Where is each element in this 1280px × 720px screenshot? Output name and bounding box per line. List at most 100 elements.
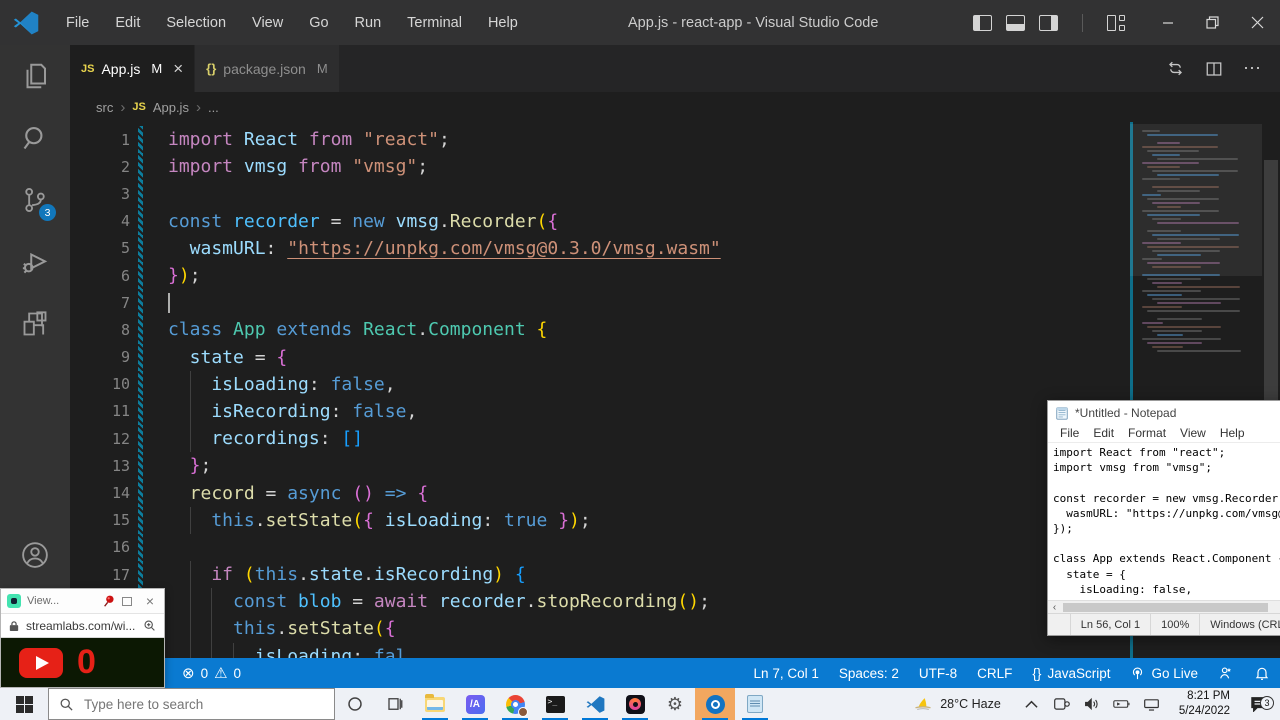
notifications-bell-icon[interactable] xyxy=(1244,665,1280,681)
open-changes-icon[interactable] xyxy=(1166,59,1185,78)
code-line-3[interactable]: 3 xyxy=(70,180,1280,207)
widget-titlebar[interactable]: View... × xyxy=(1,589,164,613)
menu-run[interactable]: Run xyxy=(342,15,395,31)
taskbar-search[interactable] xyxy=(48,688,335,720)
more-actions-icon[interactable]: ⋯ xyxy=(1243,58,1262,79)
recorder-app-icon[interactable] xyxy=(615,688,655,720)
menu-terminal[interactable]: Terminal xyxy=(394,15,475,31)
close-button[interactable] xyxy=(1235,0,1280,45)
clock[interactable]: 8:21 PM 5/24/2022 xyxy=(1179,689,1230,719)
notepad-menu-format[interactable]: Format xyxy=(1122,426,1172,440)
widget-maximize-icon[interactable] xyxy=(122,597,132,606)
hscroll-thumb[interactable] xyxy=(1063,603,1268,612)
titlebar-separator xyxy=(1082,14,1083,32)
notepad-menu-edit[interactable]: Edit xyxy=(1087,426,1120,440)
search-icon[interactable] xyxy=(0,107,70,169)
settings-gear-icon[interactable]: ⚙ xyxy=(655,688,695,720)
indent-guide xyxy=(190,371,191,398)
notepad-hscrollbar[interactable]: ‹ xyxy=(1048,600,1280,613)
vscode-taskbar-icon[interactable] xyxy=(575,688,615,720)
code-line-20[interactable]: 20 isLoading: fal xyxy=(70,643,1280,658)
tab-appjs[interactable]: JS App.js M × xyxy=(70,45,194,92)
line-number: 5 xyxy=(70,239,130,257)
toggle-sidebar-icon[interactable] xyxy=(973,15,992,31)
code-line-5[interactable]: 5 wasmURL: "https://unpkg.com/vmsg@0.3.0… xyxy=(70,235,1280,262)
split-editor-icon[interactable] xyxy=(1205,60,1223,78)
source-control-icon[interactable]: 3 xyxy=(0,169,70,231)
restore-button[interactable] xyxy=(1190,0,1235,45)
pin-icon[interactable] xyxy=(102,594,116,608)
cursor-position[interactable]: Ln 7, Col 1 xyxy=(744,666,829,681)
scroll-left-icon[interactable]: ‹ xyxy=(1048,602,1061,613)
code-line-9[interactable]: 9 state = { xyxy=(70,344,1280,371)
explorer-icon[interactable] xyxy=(0,45,70,107)
problems-indicator[interactable]: ⊗ 0 ⚠ 0 xyxy=(172,664,251,682)
weather-widget[interactable]: 28°C Haze xyxy=(913,696,1001,712)
toggle-secondary-sidebar-icon[interactable] xyxy=(1039,15,1058,31)
git-modified-gutter xyxy=(138,452,143,479)
breadcrumb-src[interactable]: src xyxy=(96,100,113,115)
indentation[interactable]: Spaces: 2 xyxy=(829,666,909,681)
start-button[interactable] xyxy=(0,688,48,720)
task-view-icon[interactable] xyxy=(375,688,415,720)
code-line-2[interactable]: 2import vmsg from "vmsg"; xyxy=(70,153,1280,180)
cast-device-icon[interactable] xyxy=(1049,697,1075,711)
notepad-menubar: FileEditFormatViewHelp xyxy=(1048,424,1280,443)
language-mode[interactable]: {} JavaScript xyxy=(1022,666,1120,681)
tray-chevron-up-icon[interactable] xyxy=(1019,700,1045,709)
notepad-eol: Windows (CRLF) xyxy=(1199,614,1280,635)
eol-sequence[interactable]: CRLF xyxy=(967,666,1022,681)
network-display-icon[interactable] xyxy=(1139,698,1165,711)
code-line-10[interactable]: 10 isLoading: false, xyxy=(70,371,1280,398)
chrome-icon[interactable] xyxy=(495,688,535,720)
notepad-menu-file[interactable]: File xyxy=(1054,426,1085,440)
tab-close-icon[interactable]: × xyxy=(173,59,183,79)
widget-close-icon[interactable]: × xyxy=(146,593,154,609)
breadcrumb-file[interactable]: App.js xyxy=(153,100,189,115)
widget-url[interactable]: streamlabs.com/wi... xyxy=(26,619,136,633)
code-line-7[interactable]: 7 xyxy=(70,289,1280,316)
toggle-panel-icon[interactable] xyxy=(1006,15,1025,31)
notepad-menu-view[interactable]: View xyxy=(1174,426,1212,440)
menu-view[interactable]: View xyxy=(239,15,296,31)
terminal-icon[interactable]: >_ xyxy=(535,688,575,720)
action-center-icon[interactable]: 3 xyxy=(1242,696,1276,712)
minimize-button[interactable] xyxy=(1145,0,1190,45)
cortana-icon[interactable] xyxy=(335,688,375,720)
code-text: const blob = await recorder.stopRecordin… xyxy=(168,591,710,612)
battery-icon[interactable] xyxy=(1109,698,1135,710)
notepad-titlebar[interactable]: *Untitled - Notepad xyxy=(1048,401,1280,424)
notepad-text-area[interactable]: import React from "react"; import vmsg f… xyxy=(1048,443,1280,600)
code-line-4[interactable]: 4const recorder = new vmsg.Recorder({ xyxy=(70,208,1280,235)
menu-go[interactable]: Go xyxy=(296,15,341,31)
widget-address-bar[interactable]: streamlabs.com/wi... xyxy=(1,613,164,638)
scrollbar-thumb[interactable] xyxy=(1264,160,1278,420)
breadcrumb-more[interactable]: ... xyxy=(208,100,219,115)
active-capture-app-icon[interactable] xyxy=(695,688,735,720)
run-debug-icon[interactable] xyxy=(0,231,70,293)
account-icon[interactable] xyxy=(0,524,70,586)
encoding[interactable]: UTF-8 xyxy=(909,666,967,681)
code-line-1[interactable]: 1import React from "react"; xyxy=(70,126,1280,153)
speaker-icon[interactable] xyxy=(1079,697,1105,711)
customize-layout-icon[interactable] xyxy=(1107,15,1125,31)
go-live-button[interactable]: Go Live xyxy=(1120,666,1208,681)
menu-selection[interactable]: Selection xyxy=(153,15,239,31)
zoom-in-icon[interactable] xyxy=(143,619,156,632)
menu-edit[interactable]: Edit xyxy=(102,15,153,31)
extensions-icon[interactable] xyxy=(0,293,70,355)
notepad-taskbar-icon[interactable] xyxy=(735,688,775,720)
minimap-code xyxy=(1142,130,1256,354)
feedback-icon[interactable] xyxy=(1208,665,1244,681)
tab-packagejson[interactable]: {} package.json M xyxy=(195,45,338,92)
search-input[interactable] xyxy=(84,697,304,712)
menu-help[interactable]: Help xyxy=(475,15,531,31)
notepad-menu-help[interactable]: Help xyxy=(1214,426,1251,440)
menu-file[interactable]: File xyxy=(53,15,102,31)
git-modified-gutter xyxy=(138,316,143,343)
purple-app-icon[interactable]: /A xyxy=(455,688,495,720)
code-line-8[interactable]: 8class App extends React.Component { xyxy=(70,316,1280,343)
file-explorer-icon[interactable] xyxy=(415,688,455,720)
breadcrumb[interactable]: src › JS App.js › ... xyxy=(70,92,1280,122)
code-line-6[interactable]: 6}); xyxy=(70,262,1280,289)
